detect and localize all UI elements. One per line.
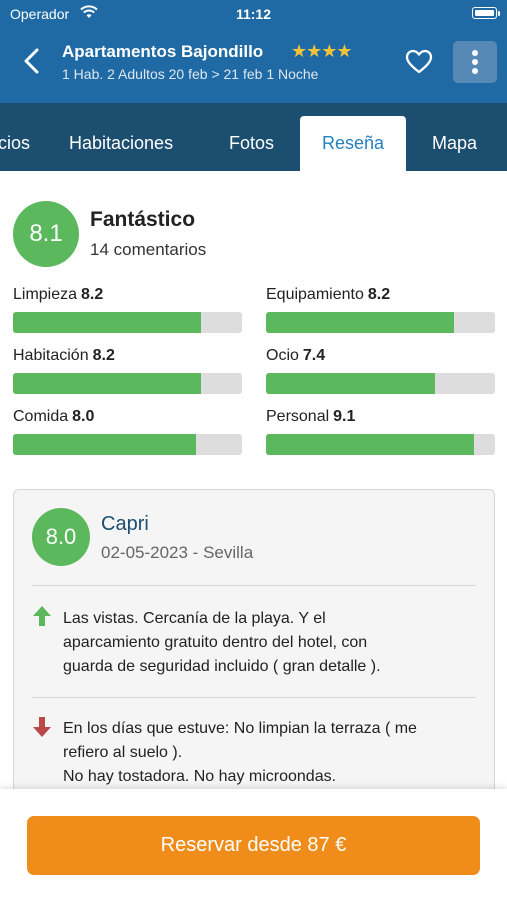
tab-mapa[interactable]: Mapa [432,116,477,171]
category-name: Habitación [13,347,89,364]
bottom-action-bar: Reservar desde 87 € [0,789,507,900]
thumbs-down-arrow-icon [33,717,51,737]
category-name: Equipamiento [266,286,364,303]
tab-bar: cios Habitaciones Fotos Reseña Mapa [0,103,507,171]
star-rating: ★★★★ [291,41,353,61]
thumbs-up-arrow-icon [33,606,51,626]
category-score: Personal 9.1 [266,408,495,455]
review-line: guarda de seguridad incluido ( gran deta… [63,658,381,675]
review-line: No hay tostadora. No hay microondas. [63,768,337,785]
review-line: refiero al suelo ). [63,744,183,761]
heart-icon[interactable] [405,49,433,75]
reserve-button[interactable]: Reservar desde 87 € [27,816,480,875]
score-bar [13,312,242,333]
booking-summary: 1 Hab. 2 Adultos 20 feb > 21 feb 1 Noche [62,66,319,82]
category-value: 8.2 [92,347,115,364]
review-line: En los días que estuve: No limpian la te… [63,720,417,737]
category-name: Ocio [266,347,299,364]
review-line: Las vistas. Cercanía de la playa. Y el [63,610,326,627]
category-score: Comida 8.0 [13,408,242,455]
rating-label: Fantástico [90,208,196,231]
more-dot-icon [472,68,478,74]
review-date-location: 02-05-2023 - Sevilla [101,543,254,562]
status-time: 11:12 [235,6,272,22]
divider [32,697,476,698]
more-dot-icon [472,59,478,65]
category-score: Ocio 7.4 [266,347,495,394]
battery-icon [472,7,500,19]
category-name: Limpieza [13,286,78,303]
review-positive-text: Las vistas. Cercanía de la playa. Y el a… [63,607,478,679]
review-card: 8.0 Capri 02-05-2023 - Sevilla Las vista… [13,489,495,819]
score-bar-fill [13,312,201,333]
score-bar-fill [266,312,454,333]
tab-fotos[interactable]: Fotos [229,116,274,171]
score-bar-fill [266,434,475,455]
category-name: Comida [13,408,69,425]
review-line: aparcamiento gratuito dentro del hotel, … [63,634,368,651]
category-value: 7.4 [302,347,326,364]
score-bar [13,434,242,455]
more-options-button[interactable] [453,41,497,83]
score-bar-fill [266,373,436,394]
category-value: 8.0 [72,408,95,425]
hotel-title: Apartamentos Bajondillo [62,42,264,61]
score-bar [266,312,495,333]
score-bar [266,373,495,394]
category-score: Limpieza 8.2 [13,286,242,333]
score-bar-fill [13,373,201,394]
category-score: Equipamiento 8.2 [266,286,495,333]
divider [32,585,476,586]
category-score: Habitación 8.2 [13,347,242,394]
score-bar [13,373,242,394]
category-value: 9.1 [333,408,356,425]
score-bar-fill [13,434,197,455]
reviewer-name: Capri [101,513,149,535]
review-count: 14 comentarios [90,240,207,259]
back-icon[interactable] [18,46,46,76]
tab-resena[interactable]: Reseña [300,116,406,171]
score-bar [266,434,495,455]
category-name: Personal [266,408,330,425]
overall-score-badge: 8.1 [13,201,79,267]
more-dot-icon [472,50,478,56]
tab-habitaciones[interactable]: Habitaciones [69,116,173,171]
category-value: 8.2 [367,286,391,303]
tab-servicios[interactable]: cios [0,116,30,171]
review-negative-text: En los días que estuve: No limpian la te… [63,717,478,789]
header-bar: Operador 11:12 Apartamentos Bajondillo ★… [0,0,507,103]
status-bar: Operador 11:12 [0,0,507,28]
category-value: 8.2 [81,286,104,303]
review-score-badge: 8.0 [32,508,90,566]
